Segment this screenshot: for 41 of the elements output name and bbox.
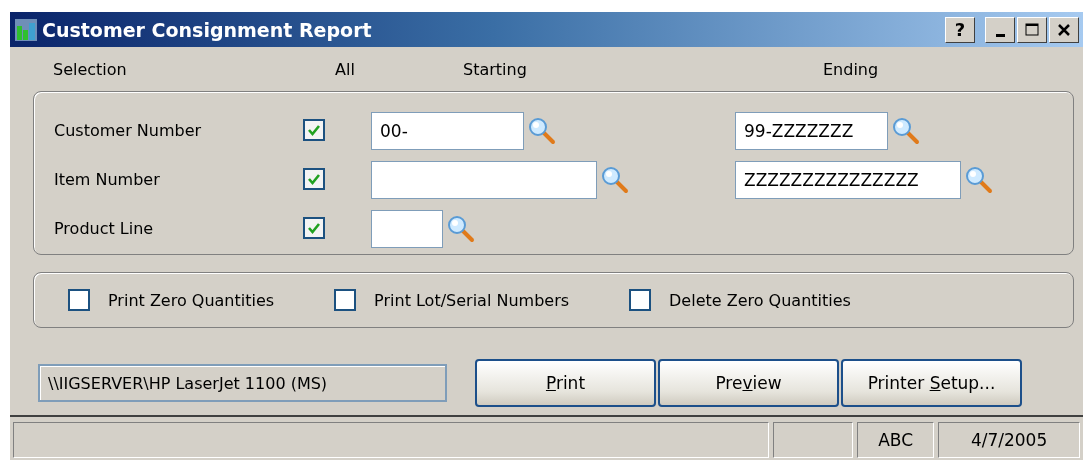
close-icon bbox=[1057, 22, 1071, 37]
close-button[interactable] bbox=[1049, 16, 1079, 43]
window-title: Customer Consignment Report bbox=[42, 18, 373, 41]
checkbox[interactable] bbox=[303, 168, 325, 190]
input-field[interactable] bbox=[371, 160, 597, 199]
field-label: Customer Number bbox=[54, 121, 203, 140]
column-header: Ending bbox=[823, 59, 880, 79]
search-icon[interactable] bbox=[965, 165, 993, 194]
dialog-button[interactable]: Printer Setup... bbox=[841, 359, 1022, 407]
search-icon[interactable] bbox=[447, 214, 475, 243]
checkbox-label: Delete Zero Quantities bbox=[669, 290, 851, 310]
input-field[interactable] bbox=[371, 209, 443, 248]
checkbox-label: Print Zero Quantities bbox=[108, 290, 275, 310]
column-header: Selection bbox=[53, 59, 128, 79]
app-icon bbox=[14, 17, 38, 42]
checkbox[interactable] bbox=[68, 289, 90, 311]
column-header: All bbox=[335, 59, 356, 79]
checkbox[interactable] bbox=[334, 289, 357, 311]
input-field[interactable]: 00- bbox=[371, 111, 524, 150]
status-panel: 4/7/2005 bbox=[938, 422, 1080, 458]
dialog-button[interactable]: Print bbox=[475, 359, 656, 407]
minimize-button[interactable] bbox=[985, 16, 1015, 43]
search-icon[interactable] bbox=[601, 165, 629, 194]
help-button[interactable]: ? bbox=[945, 16, 975, 43]
maximize-button[interactable] bbox=[1017, 16, 1047, 43]
input-field[interactable]: ZZZZZZZZZZZZZZZ bbox=[735, 160, 961, 199]
dialog-button[interactable]: Preview bbox=[658, 359, 839, 407]
column-header: Starting bbox=[463, 59, 528, 79]
input-field[interactable]: 99-ZZZZZZZ bbox=[735, 111, 888, 150]
minimize-icon bbox=[995, 33, 1005, 37]
field-label: Item Number bbox=[54, 170, 161, 189]
maximize-icon bbox=[1024, 21, 1040, 38]
checkbox[interactable] bbox=[303, 217, 325, 239]
search-icon[interactable] bbox=[892, 116, 920, 145]
search-icon[interactable] bbox=[528, 116, 556, 145]
field-label: Product Line bbox=[54, 219, 155, 238]
printer-field: \\IIGSERVER\HP LaserJet 1100 (MS) bbox=[38, 364, 447, 402]
checkbox-label: Print Lot/Serial Numbers bbox=[374, 290, 570, 310]
checkbox[interactable] bbox=[303, 119, 325, 141]
checkbox[interactable] bbox=[629, 289, 652, 311]
status-panel: ABC bbox=[857, 422, 935, 458]
